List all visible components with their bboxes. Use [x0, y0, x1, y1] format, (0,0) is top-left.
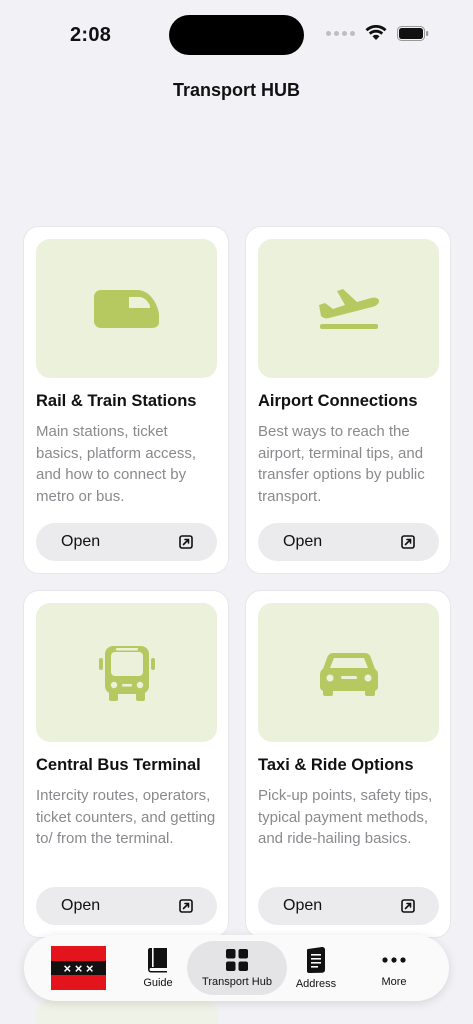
tab-label: More: [381, 976, 407, 988]
card-media: [258, 603, 439, 742]
tab-label: Guide: [143, 977, 173, 989]
card-title: Taxi & Ride Options: [258, 756, 414, 774]
address-book-icon: [307, 946, 325, 973]
wifi-icon: [365, 25, 387, 40]
open-button[interactable]: Open: [36, 887, 217, 925]
open-external-icon: [179, 535, 193, 549]
page-title: Transport HUB: [172, 80, 300, 100]
card-central-bus-terminal[interactable]: Central Bus Terminal Intercity routes, o…: [23, 590, 229, 938]
card-airport-connections[interactable]: Airport Connections Best ways to reach t…: [245, 226, 451, 574]
open-button-label: Open: [283, 897, 323, 914]
open-button[interactable]: Open: [36, 523, 217, 561]
tab-transport-hub[interactable]: Transport Hub: [187, 941, 287, 995]
ellipsis-icon: [382, 957, 406, 963]
card-media: [36, 603, 217, 742]
next-card-peek: [36, 1000, 218, 1024]
tab-bar: × × × Guide Transport Hub Address More: [24, 935, 449, 1001]
tab-address[interactable]: Address: [287, 941, 345, 995]
card-description: Pick-up points, safety tips, typical pay…: [258, 787, 433, 847]
tab-guide[interactable]: Guide: [128, 941, 188, 995]
card-media: [258, 239, 439, 378]
card-description: Main stations, ticket basics, platform a…: [36, 423, 197, 505]
card-taxi-ride-options[interactable]: Taxi & Ride Options Pick-up points, safe…: [245, 590, 451, 938]
flag-symbols: × × ×: [63, 960, 94, 976]
card-title: Central Bus Terminal: [36, 756, 201, 774]
status-bar: 2:08: [0, 0, 473, 70]
status-time: 2:08: [70, 24, 112, 46]
card-rail-train-stations[interactable]: Rail & Train Stations Main stations, tic…: [23, 226, 229, 574]
grid-icon: [226, 949, 248, 971]
flag-band: × × ×: [51, 960, 106, 976]
open-external-icon: [401, 899, 415, 913]
tab-more[interactable]: More: [364, 941, 424, 995]
car-icon: [319, 652, 378, 696]
transport-card-grid: Rail & Train Stations Main stations, tic…: [23, 226, 451, 938]
tab-label: Address: [295, 978, 337, 990]
open-button-label: Open: [61, 897, 101, 914]
bus-icon: [98, 645, 155, 701]
status-icons: [326, 25, 429, 41]
tab-label: Transport Hub: [202, 976, 272, 988]
open-button-label: Open: [61, 533, 101, 550]
card-media: [36, 239, 217, 378]
card-title: Airport Connections: [258, 392, 418, 410]
open-button[interactable]: Open: [258, 887, 439, 925]
open-button-label: Open: [283, 533, 323, 550]
train-icon: [93, 289, 159, 328]
card-description: Best ways to reach the airport, terminal…: [258, 423, 425, 505]
open-external-icon: [401, 535, 415, 549]
book-icon: [148, 948, 167, 973]
battery-icon: [397, 25, 429, 41]
amsterdam-flag-logo[interactable]: × × ×: [51, 946, 106, 990]
dynamic-island: [169, 15, 304, 55]
open-external-icon: [179, 899, 193, 913]
cellular-signal-icon: [326, 30, 355, 36]
card-description: Intercity routes, operators, ticket coun…: [36, 787, 216, 847]
card-title: Rail & Train Stations: [36, 392, 197, 410]
open-button[interactable]: Open: [258, 523, 439, 561]
airplane-departure-icon: [318, 288, 379, 329]
